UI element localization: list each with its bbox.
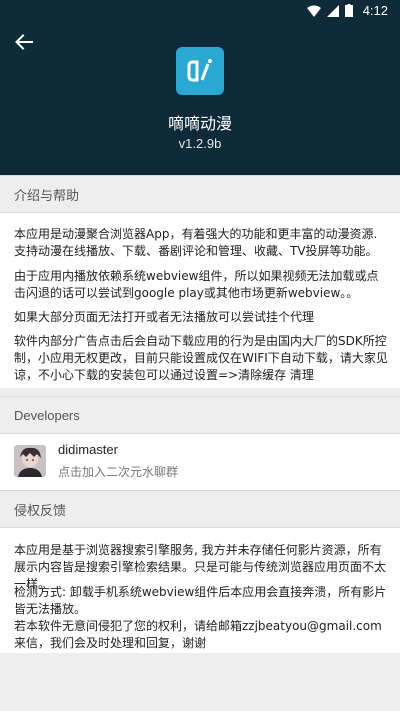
infringement-card: 本应用是基于浏览器搜索引擎服务, 我方并未存储任何影片资源，所有展示内容皆是搜索… [0, 528, 400, 653]
intro-paragraph-4: 软件内部分广告点击后会自动下载应用的行为是由国内大厂的SDK所控制，小应用无权更… [14, 334, 388, 382]
infringement-paragraph-2: 检测方式: 卸载手机系统webview组件后本应用会直接奔溃，所有影片皆无法播放… [14, 585, 387, 616]
app-header: 4:12 嘀嘀动漫 v1.2.9b [0, 0, 400, 175]
section-title-intro: 介绍与帮助 [0, 175, 400, 213]
avatar-image [14, 445, 46, 477]
signal-icon [326, 4, 339, 17]
infringement-paragraph-3: 若本软件无意间侵犯了您的权利，请给邮箱zzjbeatyou@gmail.com来… [14, 619, 382, 650]
status-bar: 4:12 [0, 0, 400, 22]
developer-group-link[interactable]: 点击加入二次元水聊群 [58, 463, 178, 480]
status-time: 4:12 [362, 3, 388, 18]
intro-paragraph-1: 本应用是动漫聚合浏览器App，有着强大的功能和更丰富的动漫资源. 支持动漫在线播… [14, 227, 378, 258]
battery-icon [344, 4, 353, 17]
arrow-back-icon [15, 34, 33, 50]
intro-paragraph-2: 由于应用内播放依赖系统webview组件，所以如果视频无法加载或点击闪退的话可以… [14, 269, 379, 300]
developer-item[interactable]: didimaster 点击加入二次元水聊群 [0, 434, 400, 490]
wifi-icon [306, 5, 321, 17]
section-title-infringement: 侵权反馈 [0, 490, 400, 528]
app-logo [176, 47, 224, 95]
intro-card: 本应用是动漫聚合浏览器App，有着强大的功能和更丰富的动漫资源. 支持动漫在线播… [0, 213, 400, 388]
app-name: 嘀嘀动漫 [167, 116, 232, 133]
intro-paragraph-3: 如果大部分页面无法打开或者无法播放可以尝试挂个代理 [14, 310, 315, 324]
app-version: v1.2.9b [178, 136, 222, 151]
developer-name: didimaster [58, 442, 118, 457]
section-title-developers: Developers [0, 396, 400, 434]
didi-logo-icon [187, 59, 212, 82]
developer-avatar [14, 445, 46, 477]
back-button[interactable] [10, 28, 38, 56]
